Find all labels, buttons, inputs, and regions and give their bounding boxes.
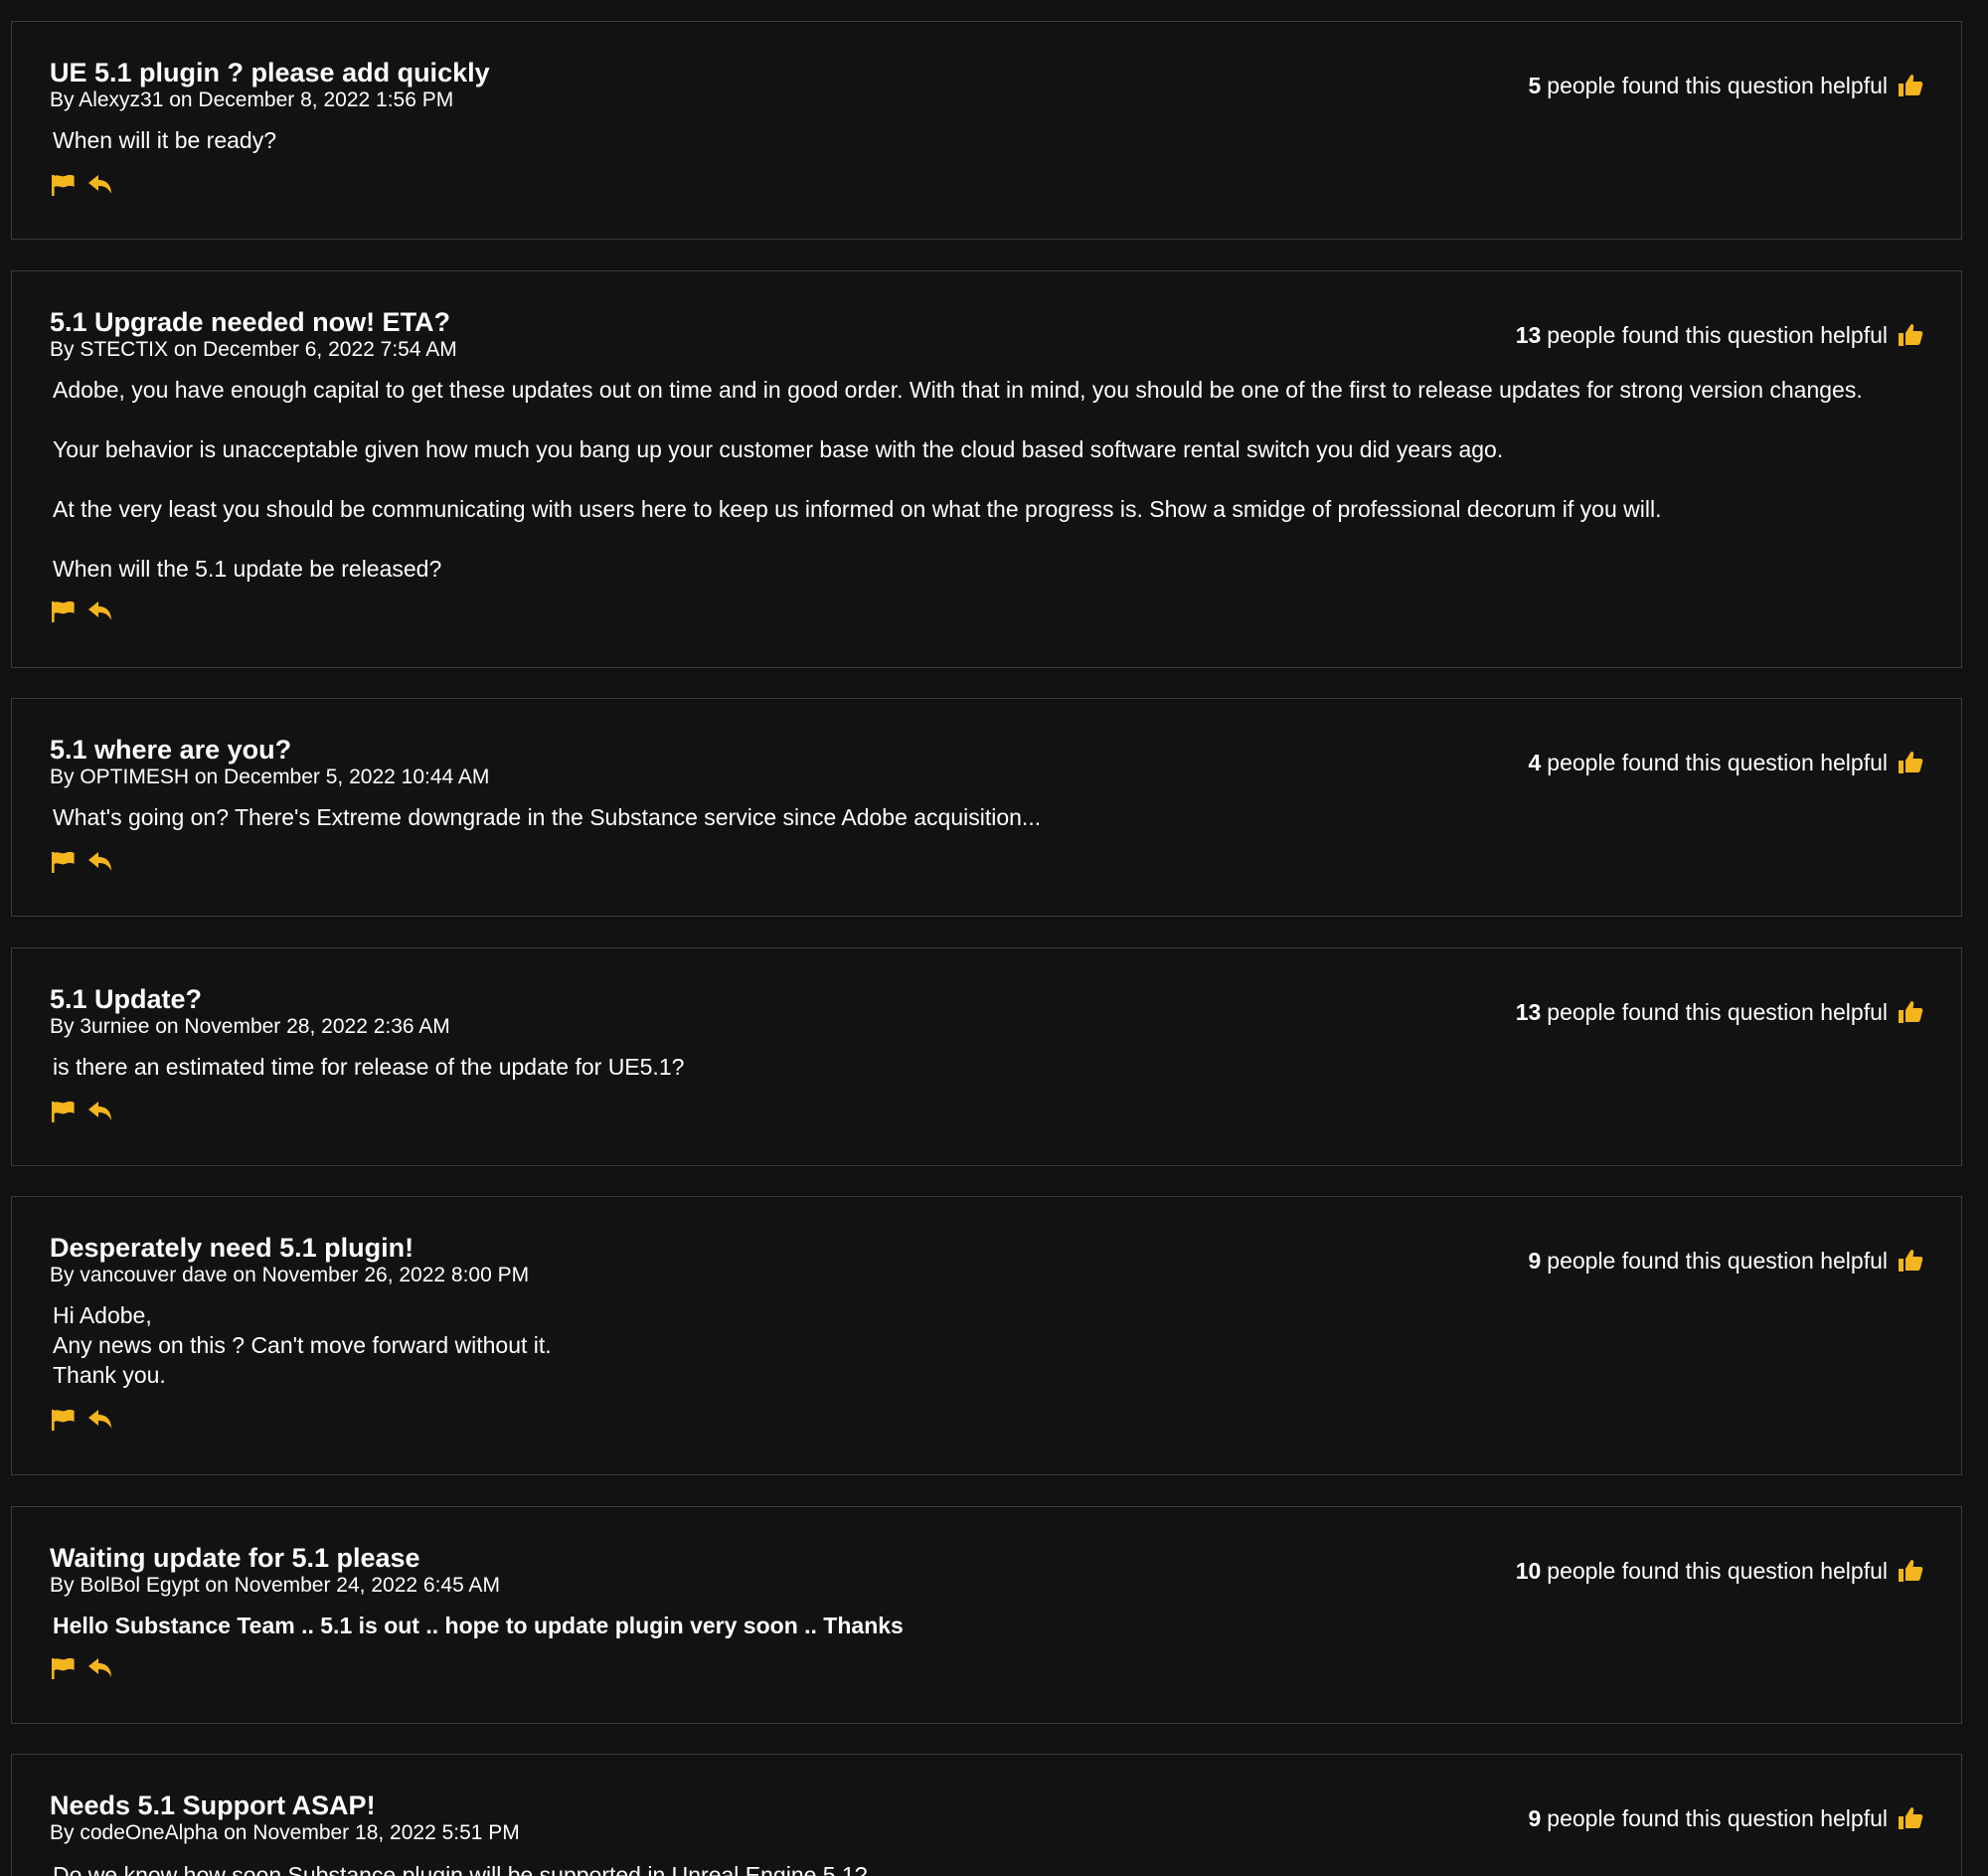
question-body: Hi Adobe, Any news on this ? Can't move … (53, 1300, 552, 1390)
question-body: Do we know how soon Substance plugin wil… (53, 1860, 868, 1876)
helpful-count: 10 (1515, 1558, 1542, 1584)
helpful-label: people found this question helpful (1547, 1805, 1888, 1831)
question-actions (50, 173, 125, 197)
question-title[interactable]: 5.1 Update? (50, 982, 202, 1016)
helpful-count: 9 (1528, 1248, 1542, 1274)
question-title[interactable]: 5.1 where are you? (50, 733, 291, 767)
question-text: Your behavior is unacceptable given how … (53, 436, 1504, 462)
helpful-counter: 10 people found this question helpful (1516, 1557, 1923, 1585)
question-title[interactable]: UE 5.1 plugin ? please add quickly (50, 56, 490, 89)
question-card: Desperately need 5.1 plugin! By vancouve… (11, 1196, 1962, 1475)
question-actions (50, 599, 125, 623)
helpful-count: 4 (1528, 750, 1542, 775)
question-body: When will it be ready? (53, 125, 276, 155)
question-text: Do we know how soon Substance plugin wil… (53, 1862, 868, 1876)
question-author-date: By STECTIX on December 6, 2022 7:54 AM (50, 338, 457, 361)
question-author-date: By Alexyz31 on December 8, 2022 1:56 PM (50, 88, 454, 111)
question-text: What's going on? There's Extreme downgra… (53, 804, 1042, 830)
thumbs-up-icon[interactable] (1898, 1559, 1923, 1583)
helpful-count: 9 (1528, 1805, 1542, 1831)
helpful-label: people found this question helpful (1547, 322, 1888, 348)
question-text: Thank you. (53, 1362, 166, 1388)
flag-icon[interactable] (50, 850, 78, 874)
question-text: Hello Substance Team .. 5.1 is out .. ho… (53, 1613, 904, 1638)
question-text: Any news on this ? Can't move forward wi… (53, 1332, 552, 1358)
helpful-label: people found this question helpful (1547, 73, 1888, 98)
question-text: Adobe, you have enough capital to get th… (53, 377, 1863, 403)
question-actions (50, 850, 125, 874)
helpful-counter: 9 people found this question helpful (1528, 1804, 1923, 1832)
reply-icon[interactable] (87, 599, 115, 623)
question-text: When will the 5.1 update be released? (53, 556, 442, 582)
thumbs-up-icon[interactable] (1898, 74, 1923, 97)
question-card: 5.1 where are you? By OPTIMESH on Decemb… (11, 698, 1962, 917)
question-card: 5.1 Update? By 3urniee on November 28, 2… (11, 947, 1962, 1166)
question-author-date: By BolBol Egypt on November 24, 2022 6:4… (50, 1574, 500, 1597)
question-text: Hi Adobe, (53, 1302, 152, 1328)
thumbs-up-icon[interactable] (1898, 1249, 1923, 1273)
question-title[interactable]: Needs 5.1 Support ASAP! (50, 1789, 376, 1822)
flag-icon[interactable] (50, 599, 78, 623)
question-author-date: By 3urniee on November 28, 2022 2:36 AM (50, 1015, 450, 1038)
helpful-label: people found this question helpful (1547, 750, 1888, 775)
reply-icon[interactable] (87, 1100, 115, 1123)
thumbs-up-icon[interactable] (1898, 1000, 1923, 1024)
question-author-date: By OPTIMESH on December 5, 2022 10:44 AM (50, 766, 490, 788)
flag-icon[interactable] (50, 1656, 78, 1680)
helpful-label: people found this question helpful (1547, 1558, 1888, 1584)
helpful-counter: 9 people found this question helpful (1528, 1247, 1923, 1275)
question-body: Hello Substance Team .. 5.1 is out .. ho… (53, 1611, 904, 1640)
question-card: Needs 5.1 Support ASAP! By codeOneAlpha … (11, 1754, 1962, 1876)
helpful-count: 13 (1515, 999, 1542, 1025)
question-body: What's going on? There's Extreme downgra… (53, 802, 1041, 832)
question-card: Waiting update for 5.1 please By BolBol … (11, 1506, 1962, 1724)
question-actions (50, 1408, 125, 1432)
helpful-counter: 13 people found this question helpful (1516, 998, 1923, 1026)
question-title[interactable]: 5.1 Upgrade needed now! ETA? (50, 305, 450, 339)
question-author-date: By codeOneAlpha on November 18, 2022 5:5… (50, 1821, 520, 1844)
question-card: 5.1 Upgrade needed now! ETA? By STECTIX … (11, 270, 1962, 668)
flag-icon[interactable] (50, 1408, 78, 1432)
helpful-label: people found this question helpful (1547, 999, 1888, 1025)
helpful-counter: 5 people found this question helpful (1528, 72, 1923, 99)
helpful-label: people found this question helpful (1547, 1248, 1888, 1274)
helpful-count: 5 (1528, 73, 1542, 98)
question-text: At the very least you should be communic… (53, 496, 1662, 522)
question-actions (50, 1656, 125, 1680)
flag-icon[interactable] (50, 1100, 78, 1123)
flag-icon[interactable] (50, 173, 78, 197)
question-actions (50, 1100, 125, 1123)
helpful-counter: 4 people found this question helpful (1528, 749, 1923, 776)
question-text: When will it be ready? (53, 127, 276, 153)
question-title[interactable]: Waiting update for 5.1 please (50, 1541, 420, 1575)
reply-icon[interactable] (87, 1408, 115, 1432)
thumbs-up-icon[interactable] (1898, 1806, 1923, 1830)
question-author-date: By vancouver dave on November 26, 2022 8… (50, 1264, 530, 1286)
thumbs-up-icon[interactable] (1898, 751, 1923, 774)
question-card: UE 5.1 plugin ? please add quickly By Al… (11, 21, 1962, 240)
question-title[interactable]: Desperately need 5.1 plugin! (50, 1231, 414, 1265)
helpful-counter: 13 people found this question helpful (1516, 321, 1923, 349)
reply-icon[interactable] (87, 173, 115, 197)
thumbs-up-icon[interactable] (1898, 323, 1923, 347)
helpful-count: 13 (1515, 322, 1542, 348)
reply-icon[interactable] (87, 1656, 115, 1680)
question-text: is there an estimated time for release o… (53, 1054, 685, 1080)
reply-icon[interactable] (87, 850, 115, 874)
question-body: is there an estimated time for release o… (53, 1052, 684, 1082)
question-body: Adobe, you have enough capital to get th… (53, 375, 1863, 584)
